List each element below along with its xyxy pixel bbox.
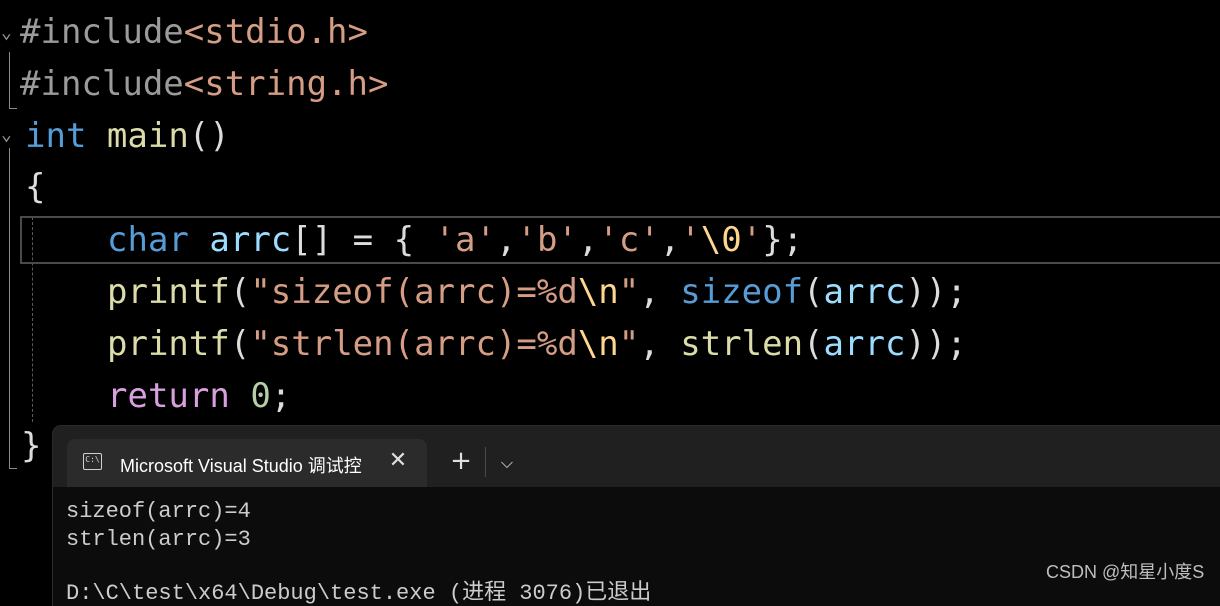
close-brace: } — [21, 426, 42, 466]
tab-debug-console[interactable]: C:\ Microsoft Visual Studio 调试控 ✕ — [67, 439, 427, 487]
code-line-2[interactable]: #include<string.h> — [20, 58, 388, 110]
function-name: printf — [107, 324, 230, 364]
fold-guide-line — [9, 148, 10, 468]
code-line-1[interactable]: #include<stdio.h> — [20, 6, 368, 58]
punctuation: ; — [270, 376, 292, 416]
operator-keyword: sizeof — [680, 272, 804, 312]
punctuation: , — [639, 324, 681, 364]
type-keyword: int — [25, 116, 87, 156]
fold-toggle-icon[interactable]: ⌄ — [1, 24, 15, 42]
control-keyword: return — [107, 376, 230, 416]
terminal-icon: C:\ — [83, 453, 102, 470]
string-literal: " — [618, 324, 640, 364]
console-line: sizeof(arrc)=4 — [66, 499, 251, 524]
punctuation: , — [495, 220, 517, 260]
include-header: <string.h> — [183, 64, 389, 104]
fold-guide-line — [9, 52, 10, 108]
plus-icon[interactable]: + — [448, 448, 474, 474]
string-literal: " — [618, 272, 640, 312]
code-line-3[interactable]: int main() — [25, 110, 230, 162]
punctuation: ( — [803, 272, 824, 312]
fold-guide-end — [9, 108, 17, 109]
function-name: strlen — [680, 324, 804, 364]
code-line-8[interactable]: return 0; — [107, 370, 291, 422]
function-name: main — [106, 116, 189, 156]
type-keyword: char — [107, 220, 189, 260]
console-output: sizeof(arrc)=4 strlen(arrc)=3 — [66, 498, 251, 554]
escape-sequence: \n — [577, 272, 619, 312]
code-line-4[interactable]: { — [25, 161, 45, 213]
string-literal: "strlen(arrc)=%d — [250, 324, 578, 364]
tab-strip: C:\ Microsoft Visual Studio 调试控 ✕ + ⌵ — [53, 426, 1220, 487]
code-line-5[interactable]: char arrc[] = { 'a','b','c','\0'}; — [107, 214, 803, 266]
variable-name: arrc — [209, 220, 292, 260]
debug-console-window[interactable]: C:\ Microsoft Visual Studio 调试控 ✕ + ⌵ si… — [53, 426, 1220, 606]
code-line-6[interactable]: printf("sizeof(arrc)=%d\n", sizeof(arrc)… — [107, 266, 967, 318]
preprocessor-directive: #include — [20, 12, 184, 52]
code-line-9[interactable]: } — [21, 420, 41, 472]
parens: () — [188, 116, 230, 156]
escape-sequence: \0 — [700, 220, 742, 260]
console-line-partial: D:\C\test\x64\Debug\test.exe (进程 3076)已退… — [66, 581, 652, 606]
punctuation: }; — [762, 220, 804, 260]
variable-name: arrc — [823, 324, 906, 364]
tab-title: Microsoft Visual Studio 调试控 — [120, 456, 362, 474]
punctuation: )); — [905, 324, 967, 364]
char-literal: 'a' — [434, 220, 496, 260]
punctuation: ( — [229, 272, 251, 312]
include-header: <stdio.h> — [183, 12, 368, 52]
chevron-down-icon[interactable]: ⌵ — [494, 450, 520, 476]
fold-toggle-icon[interactable]: ⌄ — [1, 126, 15, 144]
punctuation: , — [659, 220, 681, 260]
tab-divider — [485, 447, 486, 477]
console-line: strlen(arrc)=3 — [66, 527, 251, 552]
punctuation: [] = { — [291, 220, 435, 260]
punctuation: , — [639, 272, 681, 312]
punctuation: , — [577, 220, 599, 260]
char-literal-quote: ' — [741, 220, 763, 260]
char-literal-quote: ' — [680, 220, 701, 260]
close-icon[interactable]: ✕ — [385, 448, 411, 474]
char-literal: 'b' — [516, 220, 578, 260]
function-name: printf — [107, 272, 230, 312]
punctuation: ( — [803, 324, 824, 364]
code-line-7[interactable]: printf("strlen(arrc)=%d\n", strlen(arrc)… — [107, 318, 967, 370]
number-literal: 0 — [250, 376, 271, 416]
preprocessor-directive: #include — [20, 64, 184, 104]
variable-name: arrc — [823, 272, 906, 312]
string-literal: "sizeof(arrc)=%d — [250, 272, 578, 312]
punctuation: )); — [905, 272, 967, 312]
char-literal: 'c' — [598, 220, 660, 260]
fold-guide-end — [9, 468, 17, 469]
open-brace: { — [25, 167, 46, 207]
escape-sequence: \n — [577, 324, 619, 364]
punctuation: ( — [229, 324, 251, 364]
watermark: CSDN @知星小度S — [1046, 562, 1205, 582]
